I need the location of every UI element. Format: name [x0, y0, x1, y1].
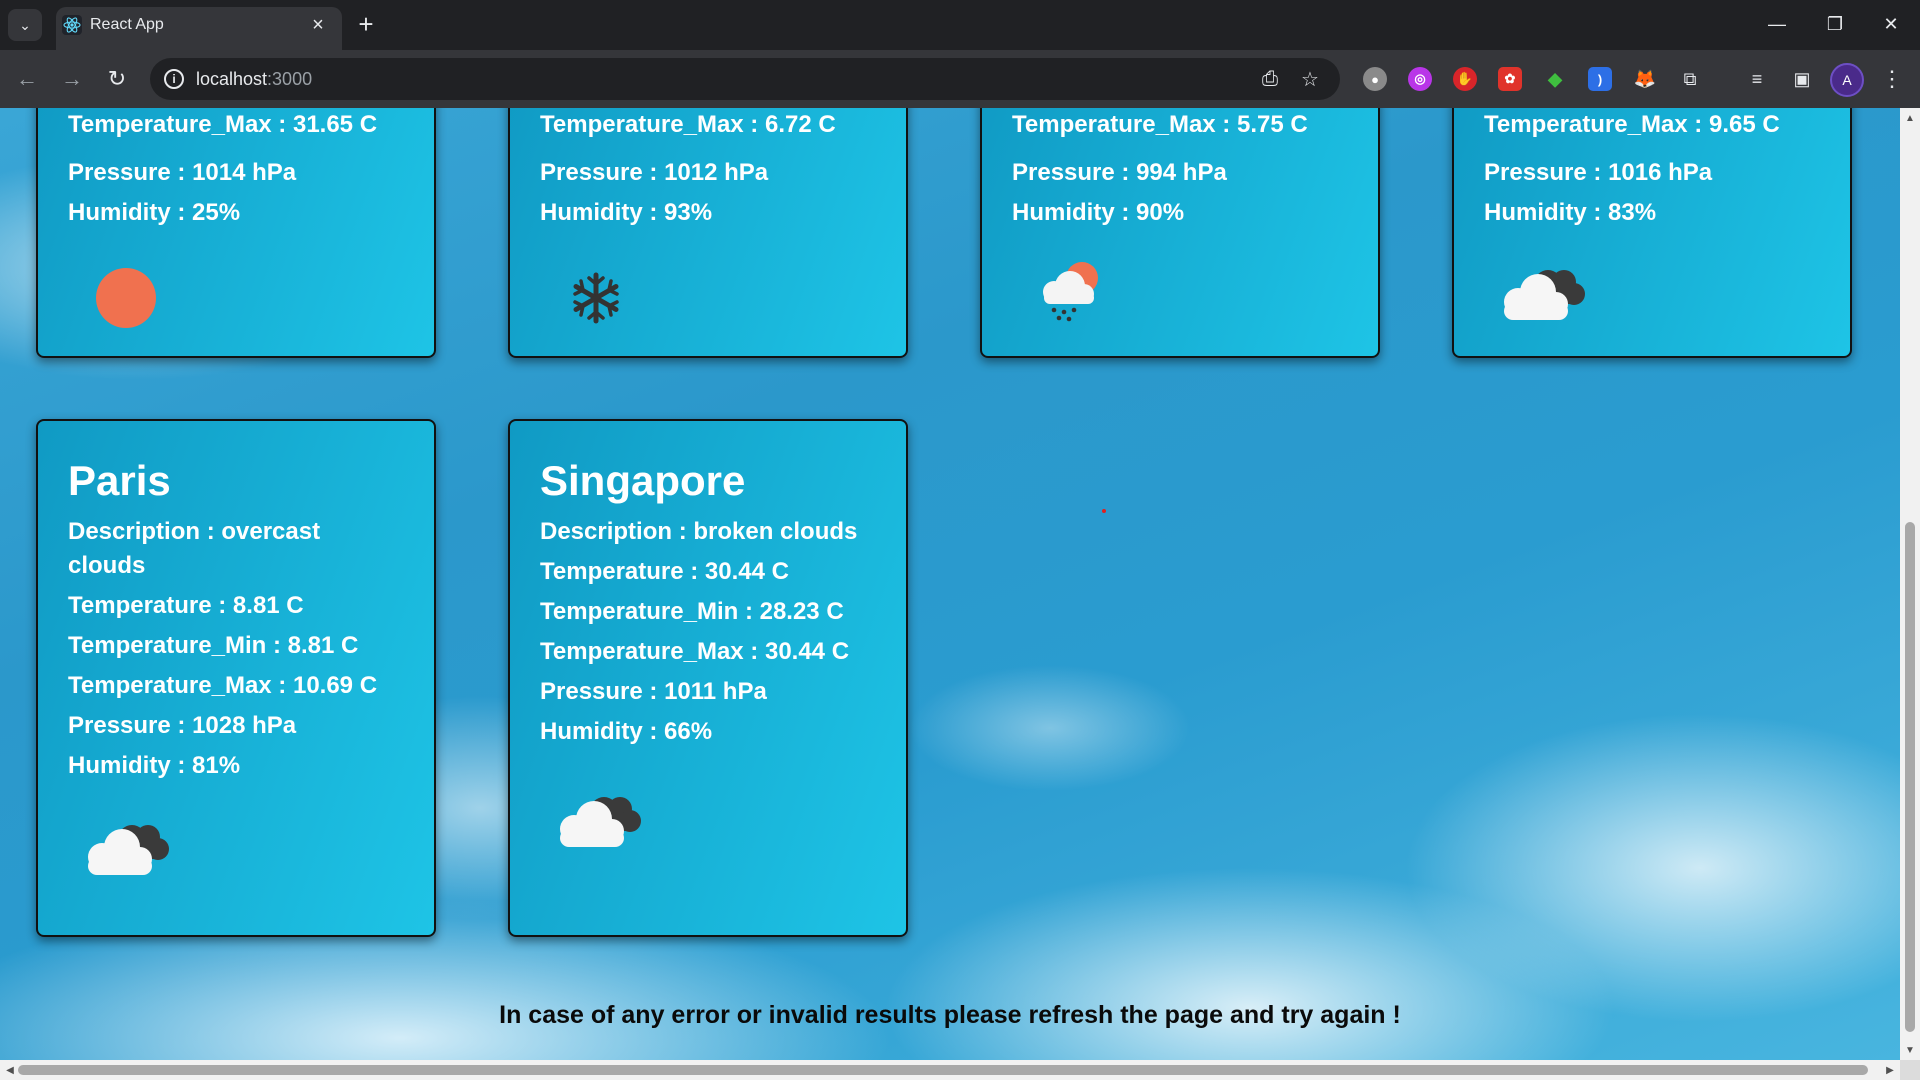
broken-clouds-icon	[1504, 270, 1585, 320]
url-text[interactable]: localhost:3000	[196, 69, 312, 90]
sun-icon	[96, 268, 156, 328]
weather-card-paris: Paris Description : overcast clouds Temp…	[36, 419, 436, 937]
vertical-scrollbar[interactable]: ▲ ▼	[1900, 108, 1920, 1060]
browser-tab-bar: ⌄ React App × + — ❐ ✕	[0, 0, 1920, 50]
extension-hand-icon[interactable]: ✋	[1453, 67, 1477, 91]
extension-grey-icon[interactable]: ●	[1363, 67, 1387, 91]
close-window-icon[interactable]: ✕	[1862, 0, 1920, 48]
temperature-text: Temperature : 30.44 C	[540, 558, 789, 585]
weather-card: Temperature_Max : 5.75 C Pressure : 994 …	[980, 108, 1380, 358]
reload-icon[interactable]: ↻	[100, 62, 134, 96]
pressure-text: Pressure : 1012 hPa	[540, 159, 769, 186]
extension-red-icon[interactable]: ✿	[1498, 67, 1522, 91]
site-info-icon[interactable]: i	[164, 69, 184, 89]
browser-toolbar: ← → ↻ i localhost:3000 ⎙ ☆ ● ◎ ✋ ✿ ◆ ) 🦊…	[0, 50, 1920, 108]
scroll-right-arrow-icon[interactable]: ▶	[1884, 1064, 1896, 1076]
profile-avatar[interactable]: A	[1830, 63, 1864, 97]
description-text: Description : overcast	[68, 518, 321, 545]
back-arrow-icon[interactable]: ←	[10, 62, 44, 96]
scrollbar-corner	[1900, 1060, 1920, 1080]
temp-min-text: Temperature_Min : 8.81 C	[68, 632, 359, 659]
page-viewport: Temperature_Max : 31.65 C Pressure : 101…	[0, 108, 1900, 1060]
tab-close-icon[interactable]: ×	[306, 13, 330, 37]
weather-card: Temperature_Max : 6.72 C Pressure : 1012…	[508, 108, 908, 358]
humidity-text: Humidity : 93%	[540, 199, 713, 226]
extension-blue-icon[interactable]: )	[1588, 67, 1612, 91]
pressure-text: Pressure : 1016 hPa	[1484, 159, 1713, 186]
browser-tab[interactable]: React App ×	[56, 7, 342, 50]
pressure-text: Pressure : 1028 hPa	[68, 712, 297, 739]
temp-min-text: Temperature_Min : 28.23 C	[540, 598, 844, 625]
broken-clouds-icon	[560, 797, 641, 847]
overcast-clouds-icon	[88, 825, 169, 875]
temp-max-text: Temperature_Max : 30.44 C	[540, 638, 850, 665]
minimize-icon[interactable]: —	[1748, 0, 1806, 48]
vertical-scroll-thumb[interactable]	[1905, 522, 1915, 1032]
horizontal-scrollbar[interactable]: ◀ ▶	[0, 1060, 1900, 1080]
temp-max-text: Temperature_Max : 9.65 C	[1484, 111, 1780, 138]
metamask-fox-icon[interactable]: 🦊	[1633, 67, 1657, 91]
tab-title: React App	[90, 16, 164, 33]
tab-search-chevron-icon[interactable]: ⌄	[8, 9, 42, 41]
humidity-text: Humidity : 90%	[1012, 199, 1185, 226]
humidity-text: Humidity : 81%	[68, 752, 241, 779]
extension-green-icon[interactable]: ◆	[1543, 67, 1567, 91]
temperature-text: Temperature : 8.81 C	[68, 592, 304, 619]
new-tab-button[interactable]: +	[352, 9, 380, 39]
temp-max-text: Temperature_Max : 5.75 C	[1012, 111, 1308, 138]
pressure-text: Pressure : 994 hPa	[1012, 159, 1227, 186]
temp-max-text: Temperature_Max : 6.72 C	[540, 111, 836, 138]
install-app-icon[interactable]: ⎙	[1258, 67, 1282, 91]
react-logo-icon	[62, 15, 82, 35]
bookmark-star-icon[interactable]: ☆	[1298, 67, 1322, 91]
horizontal-scroll-thumb[interactable]	[18, 1065, 1868, 1075]
humidity-text: Humidity : 25%	[68, 199, 241, 226]
footer-error-note: In case of any error or invalid results …	[499, 1001, 1401, 1029]
scroll-up-arrow-icon[interactable]: ▲	[1904, 112, 1916, 124]
pressure-text: Pressure : 1011 hPa	[540, 678, 767, 705]
weather-card-singapore: Singapore Description : broken clouds Te…	[508, 419, 908, 937]
humidity-text: Humidity : 83%	[1484, 199, 1657, 226]
temp-max-text: Temperature_Max : 31.65 C	[68, 111, 378, 138]
city-name: Paris	[68, 457, 171, 504]
restore-icon[interactable]: ❐	[1806, 0, 1864, 48]
scroll-down-arrow-icon[interactable]: ▼	[1904, 1044, 1916, 1056]
weather-card: Temperature_Max : 31.65 C Pressure : 101…	[36, 108, 436, 358]
side-panel-icon[interactable]: ▣	[1790, 67, 1814, 91]
media-control-icon[interactable]: ≡	[1745, 67, 1769, 91]
address-bar[interactable]: i localhost:3000 ⎙ ☆	[150, 58, 1340, 100]
description-text: Description : broken clouds	[540, 518, 858, 545]
scroll-left-arrow-icon[interactable]: ◀	[4, 1064, 16, 1076]
temp-max-text: Temperature_Max : 10.69 C	[68, 672, 378, 699]
city-name: Singapore	[540, 457, 746, 504]
red-dot-marker	[1102, 509, 1106, 513]
browser-menu-icon[interactable]: ⋮	[1880, 64, 1904, 94]
extension-purple-icon[interactable]: ◎	[1408, 67, 1432, 91]
humidity-text: Humidity : 66%	[540, 718, 713, 745]
weather-card: Temperature_Max : 9.65 C Pressure : 1016…	[1452, 108, 1852, 358]
rain-sun-cloud-icon	[1043, 262, 1098, 322]
description-text-cont: clouds	[68, 552, 146, 579]
extensions-puzzle-icon[interactable]: ⧉	[1678, 67, 1702, 91]
pressure-text: Pressure : 1014 hPa	[68, 159, 297, 186]
forward-arrow-icon[interactable]: →	[55, 62, 89, 96]
snowflake-icon	[573, 272, 619, 324]
